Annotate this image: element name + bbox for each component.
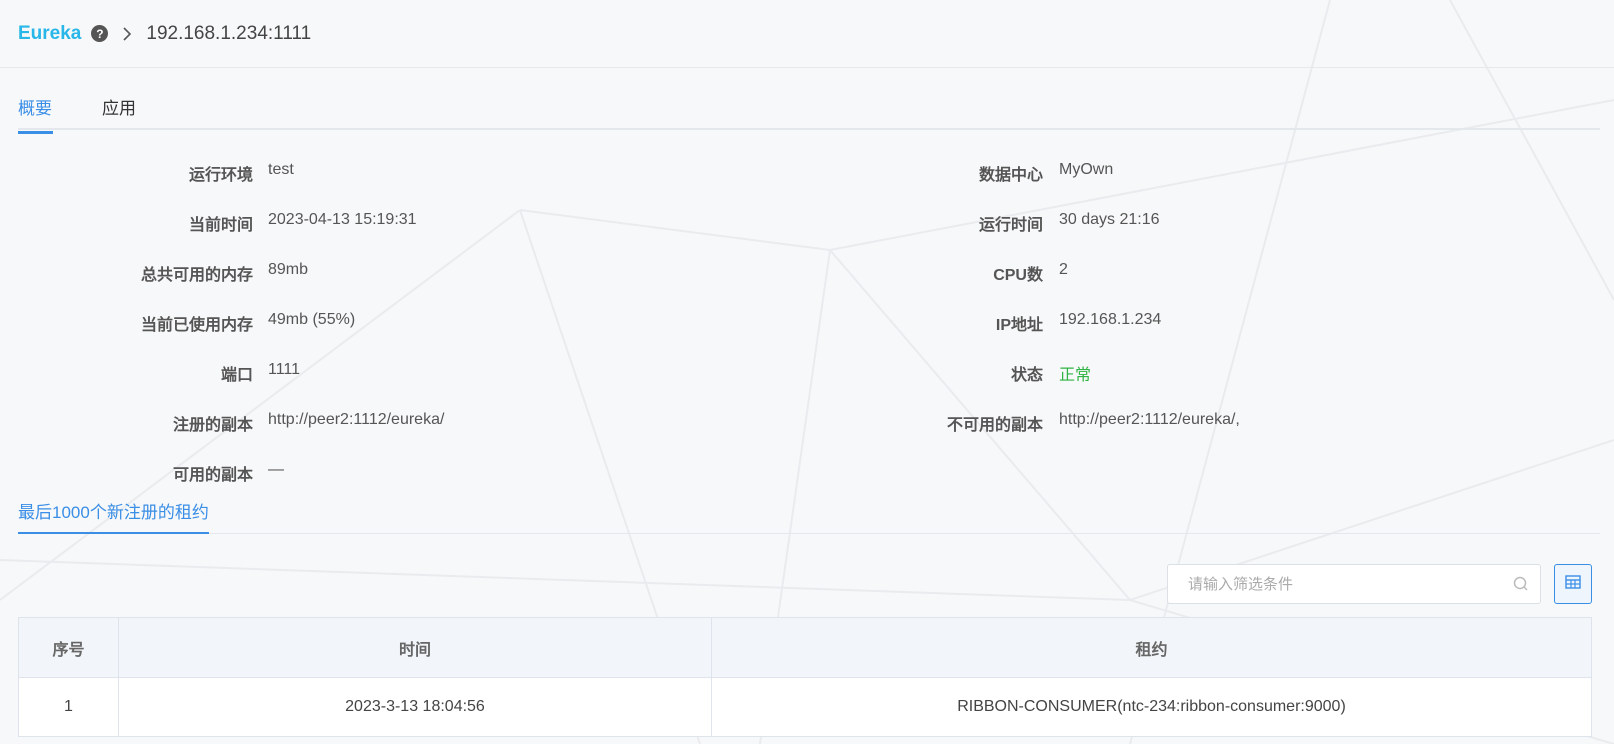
info-label: 数据中心 — [978, 167, 1043, 184]
status-badge: 正常 — [1059, 367, 1092, 384]
info-value: http://peer2:1112/eureka/, — [1059, 411, 1240, 428]
table-cell-index: 1 — [18, 677, 119, 737]
section-tab-recent-leases[interactable]: 最后1000个新注册的租约 — [18, 498, 209, 534]
tab-applications[interactable]: 应用 — [102, 94, 136, 130]
info-label: 端口 — [220, 367, 253, 384]
filter-box — [1167, 564, 1541, 604]
leases-table: 序号 时间 租约 1 2023-3-13 18:04:56 RIBBON-CON… — [18, 617, 1592, 737]
info-row-ip: IP地址 — [800, 311, 1043, 335]
info-label: 总共可用的内存 — [140, 267, 253, 284]
chevron-right-icon — [122, 26, 132, 42]
question-circle-icon[interactable]: ? — [91, 25, 109, 42]
table-grid-icon — [1565, 574, 1581, 594]
info-label: 状态 — [1010, 367, 1043, 384]
table-cell-time: 2023-3-13 18:04:56 — [118, 677, 712, 737]
info-value: test — [268, 161, 294, 178]
info-row-unavailable-replicas: 不可用的副本 — [800, 411, 1043, 435]
search-icon[interactable] — [1512, 575, 1530, 598]
table-header-row: 序号 时间 租约 — [18, 617, 1592, 678]
info-value: 30 days 21:16 — [1059, 211, 1160, 228]
info-row-env: 运行环境 — [0, 161, 253, 185]
info-value: 2023-04-13 15:19:31 — [268, 211, 417, 228]
info-label: 当前时间 — [188, 217, 253, 234]
info-row-status: 状态 — [800, 361, 1043, 385]
column-header-index[interactable]: 序号 — [18, 617, 119, 678]
info-value: 89mb — [268, 261, 309, 278]
column-header-time[interactable]: 时间 — [118, 617, 712, 678]
info-label: 可用的副本 — [172, 467, 253, 484]
table-grid-button[interactable] — [1554, 564, 1592, 604]
info-value: 2 — [1059, 261, 1068, 278]
info-row-cpu: CPU数 — [800, 261, 1043, 285]
info-value: 192.168.1.234 — [1059, 311, 1162, 328]
breadcrumb-current: 192.168.1.234:1111 — [146, 22, 312, 44]
tab-bar: 概要 应用 — [18, 90, 1600, 134]
filter-input[interactable] — [1168, 565, 1488, 603]
info-row-datacenter: 数据中心 — [800, 161, 1043, 185]
info-row-current-time: 当前时间 — [0, 211, 253, 235]
info-label: CPU数 — [993, 267, 1043, 284]
info-value: 1111 — [268, 361, 301, 378]
info-row-available-replicas: 可用的副本 — [0, 461, 253, 485]
info-value: 49mb (55%) — [268, 311, 356, 328]
info-label: IP地址 — [995, 317, 1043, 334]
section-header: 最后1000个新注册的租约 — [18, 494, 1600, 534]
info-row-used-memory: 当前已使用内存 — [0, 311, 253, 335]
info-value: http://peer2:1112/eureka/ — [268, 411, 445, 428]
info-row-uptime: 运行时间 — [800, 211, 1043, 235]
info-row-registered-replicas: 注册的副本 — [0, 411, 253, 435]
info-label: 运行环境 — [188, 167, 253, 184]
table-cell-lease: RIBBON-CONSUMER(ntc-234:ribbon-consumer:… — [711, 677, 1592, 737]
info-label: 运行时间 — [978, 217, 1043, 234]
table-row: 1 2023-3-13 18:04:56 RIBBON-CONSUMER(ntc… — [18, 677, 1592, 737]
brand-link[interactable]: Eureka — [18, 23, 81, 45]
info-row-total-memory: 总共可用的内存 — [0, 261, 253, 285]
tab-overview[interactable]: 概要 — [18, 94, 53, 134]
page-content: Eureka ? 192.168.1.234:1111 概要 应用 运行环境 t… — [0, 0, 1614, 744]
info-label: 注册的副本 — [172, 417, 253, 434]
info-label: 当前已使用内存 — [140, 317, 253, 334]
info-row-port: 端口 — [0, 361, 253, 385]
column-header-lease[interactable]: 租约 — [711, 617, 1592, 678]
header-breadcrumb: Eureka ? 192.168.1.234:1111 — [0, 0, 1614, 68]
info-label: 不可用的副本 — [946, 417, 1043, 434]
info-value: — — [268, 461, 284, 478]
info-value: MyOwn — [1059, 161, 1114, 178]
